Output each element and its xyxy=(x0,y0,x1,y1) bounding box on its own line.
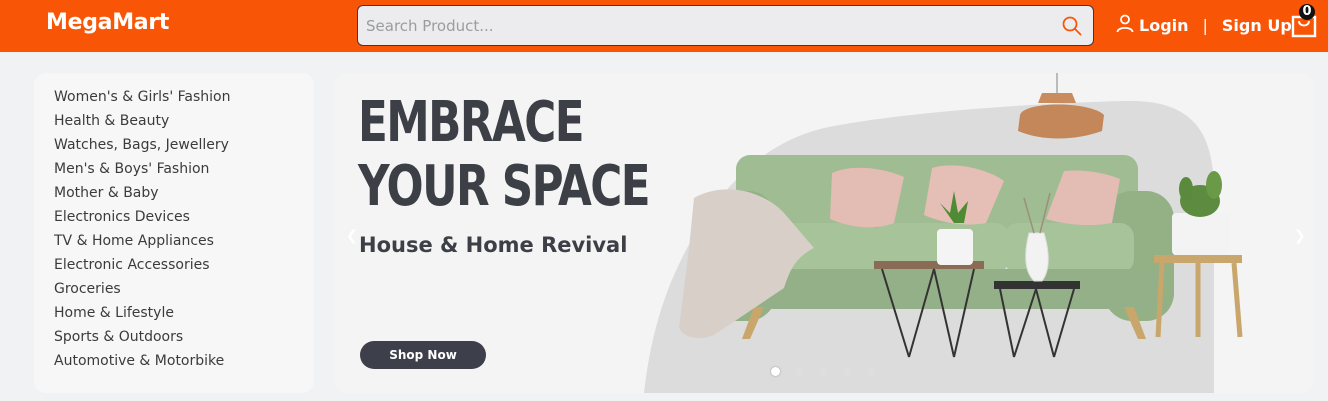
search-icon[interactable] xyxy=(1061,15,1083,37)
carousel-dot[interactable] xyxy=(795,367,804,376)
category-item[interactable]: Groceries xyxy=(54,277,314,301)
search-input[interactable] xyxy=(358,6,1048,45)
chevron-right-icon[interactable]: ❯ xyxy=(1294,228,1306,244)
carousel-dot[interactable] xyxy=(771,367,780,376)
banner-subheading: House & Home Revival xyxy=(359,233,628,257)
signup-link[interactable]: Sign Up xyxy=(1222,16,1292,35)
login-link[interactable]: Login xyxy=(1115,13,1189,37)
login-label: Login xyxy=(1139,15,1189,35)
top-navbar: MegaMart Login | Sign Up 0 xyxy=(0,0,1328,52)
headline-line-1: EMBRACE xyxy=(358,90,585,155)
banner-headline: EMBRACE YOUR SPACE xyxy=(358,90,651,219)
cart-count-badge: 0 xyxy=(1299,4,1315,20)
auth-links: Login | Sign Up xyxy=(1115,13,1292,37)
category-item[interactable]: Electronics Devices xyxy=(54,205,314,229)
hero-banner: EMBRACE YOUR SPACE House & Home Revival … xyxy=(334,73,1314,393)
category-item[interactable]: Electronic Accessories xyxy=(54,253,314,277)
carousel-dot[interactable] xyxy=(819,367,828,376)
category-item[interactable]: TV & Home Appliances xyxy=(54,229,314,253)
category-sidebar: Women's & Girls' Fashion Health & Beauty… xyxy=(34,73,314,393)
logo[interactable]: MegaMart xyxy=(46,10,169,35)
category-item[interactable]: Mother & Baby xyxy=(54,181,314,205)
category-item[interactable]: Automotive & Motorbike xyxy=(54,349,314,373)
category-item[interactable]: Health & Beauty xyxy=(54,109,314,133)
category-item[interactable]: Men's & Boys' Fashion xyxy=(54,157,314,181)
chevron-left-icon[interactable]: ❮ xyxy=(346,228,358,244)
shop-now-button[interactable]: Shop Now xyxy=(360,341,486,369)
category-item[interactable]: Home & Lifestyle xyxy=(54,301,314,325)
category-list: Women's & Girls' Fashion Health & Beauty… xyxy=(54,85,314,373)
category-item[interactable]: Watches, Bags, Jewellery xyxy=(54,133,314,157)
carousel-dot[interactable] xyxy=(843,367,852,376)
cart-button[interactable]: 0 xyxy=(1290,4,1320,38)
user-icon xyxy=(1115,13,1135,37)
category-item[interactable]: Women's & Girls' Fashion xyxy=(54,85,314,109)
category-item[interactable]: Sports & Outdoors xyxy=(54,325,314,349)
carousel-indicators xyxy=(771,367,876,376)
auth-separator: | xyxy=(1202,15,1208,35)
headline-line-2: YOUR SPACE xyxy=(358,154,651,219)
search-bar xyxy=(357,5,1094,46)
carousel-dot[interactable] xyxy=(867,367,876,376)
